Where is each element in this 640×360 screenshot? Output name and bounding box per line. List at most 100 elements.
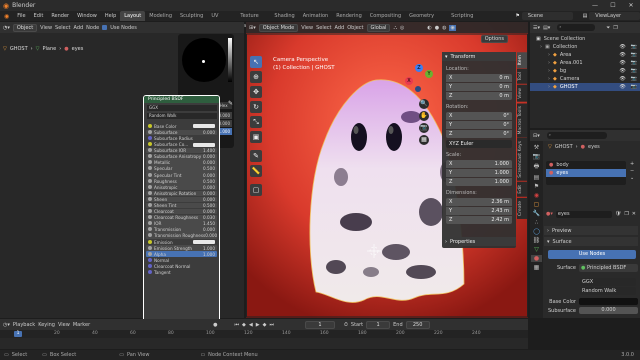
tab-tool[interactable]: Tool bbox=[517, 69, 527, 84]
input-socket-icon[interactable] bbox=[148, 203, 152, 208]
editor-type-icon[interactable]: ◷▾ bbox=[3, 322, 10, 328]
node-input-value[interactable]: 0.000 bbox=[203, 160, 215, 165]
scale-x-field[interactable]: X 1.000 bbox=[446, 160, 512, 168]
node-title[interactable]: Principled BSDF bbox=[144, 96, 219, 103]
properties-editor[interactable]: ⊟▾ ⌕ ⚒ 📷 🖶 ▤ ⚑ ◉ ▢ 🔧 ∴ ◯ ⛓ ▽ ● ▦ ▽ GHOST… bbox=[530, 130, 640, 318]
rotation-y-field[interactable]: Y 0° bbox=[446, 121, 512, 129]
timeline-ruler[interactable] bbox=[0, 330, 528, 338]
modifier-tab-icon[interactable]: 🔧 bbox=[533, 210, 540, 217]
input-socket-icon[interactable] bbox=[148, 190, 152, 195]
node-view-menu[interactable]: View bbox=[40, 25, 52, 31]
rotation-mode-dropdown[interactable]: XYZ Euler bbox=[446, 140, 512, 148]
unlink-material-icon[interactable]: ✕ bbox=[632, 211, 636, 217]
node-input-row[interactable]: Sheen Tint 0.500 bbox=[146, 202, 217, 209]
workspace-tab-rendering[interactable]: Rendering bbox=[332, 11, 366, 21]
node-input-row[interactable]: Alpha 1.000 bbox=[146, 251, 217, 258]
render-camera-icon[interactable]: 📷 bbox=[631, 60, 637, 66]
gizmo-y-axis[interactable]: Y bbox=[425, 70, 433, 78]
measure-tool-icon[interactable]: 📏 bbox=[250, 165, 262, 177]
visibility-eye-icon[interactable]: 👁 bbox=[619, 52, 625, 58]
move-tool-icon[interactable]: ✥ bbox=[250, 86, 262, 98]
auto-keying-icon[interactable]: ● bbox=[213, 322, 217, 328]
node-input-value[interactable]: 0.000 bbox=[203, 191, 215, 196]
node-input-value[interactable]: 0.500 bbox=[203, 166, 215, 171]
input-socket-icon[interactable] bbox=[148, 209, 152, 214]
visibility-eye-icon[interactable]: 👁 bbox=[619, 68, 625, 74]
input-socket-icon[interactable] bbox=[148, 154, 152, 159]
object-tab-icon[interactable]: ▢ bbox=[534, 201, 540, 208]
render-tab-icon[interactable]: 📷 bbox=[533, 153, 540, 160]
3d-viewport[interactable]: ⊞▾ Object Mode View Select Add Object Gl… bbox=[246, 22, 528, 318]
constraints-tab-icon[interactable]: ⛓ bbox=[533, 237, 541, 244]
node-input-row[interactable]: IOR 1.450 bbox=[146, 221, 217, 227]
input-socket-icon[interactable] bbox=[148, 166, 152, 171]
cursor-tool-icon[interactable]: ⊕ bbox=[250, 71, 262, 83]
node-input-row[interactable]: Emission Strength 1.000 bbox=[146, 245, 217, 251]
color-swatch[interactable] bbox=[193, 124, 215, 129]
node-input-row[interactable]: Subsurface Co... bbox=[146, 142, 217, 148]
outliner-item[interactable]: › ◆ bg 👁 📷 bbox=[530, 67, 640, 75]
material-slot-eyes[interactable]: ● eyes bbox=[546, 169, 626, 177]
node-input-value[interactable]: 1.000 bbox=[203, 252, 215, 257]
menu-render[interactable]: Render bbox=[47, 13, 73, 19]
node-input-row[interactable]: Tangent bbox=[146, 270, 217, 276]
material-browse-icon[interactable]: ●▾ bbox=[546, 211, 553, 217]
node-input-row[interactable]: Normal bbox=[146, 257, 217, 264]
input-socket-icon[interactable] bbox=[148, 142, 152, 147]
view-layer-tab-icon[interactable]: ▤ bbox=[534, 174, 540, 181]
workspace-tab-scripting[interactable]: Scripting bbox=[447, 11, 477, 21]
node-input-value[interactable]: 0.000 bbox=[203, 227, 215, 232]
workspace-tab-sculpting[interactable]: Sculpting bbox=[176, 11, 207, 21]
overlay-icon[interactable]: ◐ bbox=[427, 25, 431, 31]
workspace-tab-compositing[interactable]: Compositing bbox=[366, 11, 405, 21]
color-swatch[interactable] bbox=[193, 142, 215, 147]
timeline-keying-menu[interactable]: Keying bbox=[38, 322, 55, 328]
view-layer-selector[interactable]: ViewLayer bbox=[589, 12, 640, 20]
workspace-tab-shading[interactable]: Shading bbox=[270, 11, 298, 21]
menu-file[interactable]: File bbox=[13, 13, 29, 19]
viewport-add-menu[interactable]: Add bbox=[335, 25, 345, 31]
prev-key-icon[interactable]: ◆ bbox=[242, 322, 246, 328]
minimize-icon[interactable]: — bbox=[586, 0, 604, 11]
input-socket-icon[interactable] bbox=[148, 184, 152, 189]
input-socket-icon[interactable] bbox=[148, 129, 152, 134]
node-input-row[interactable]: Transmission Roughness 0.000 bbox=[146, 233, 217, 239]
workspace-tab-geometry-nodes[interactable]: Geometry Nodes bbox=[405, 11, 447, 29]
scale-tool-icon[interactable]: ⤡ bbox=[250, 116, 262, 128]
input-socket-icon[interactable] bbox=[148, 178, 152, 183]
node-input-value[interactable]: 0.000 bbox=[203, 209, 215, 214]
outliner-item[interactable]: › ◆ Camera 👁 📷 bbox=[530, 75, 640, 83]
distribution-dropdown[interactable]: GGX bbox=[580, 278, 636, 286]
transform-tool-icon[interactable]: ▣ bbox=[250, 131, 262, 143]
outliner[interactable]: ☰▾ ▤▾ ⌕ ⏷ ❐ ▣ Scene Collection › ▣ Collect… bbox=[530, 22, 640, 128]
input-socket-icon[interactable] bbox=[148, 172, 152, 177]
surface-shader-field[interactable]: ● Principled BSDF bbox=[579, 264, 638, 272]
transform-orientation-dropdown[interactable]: Global bbox=[366, 23, 391, 32]
node-input-value[interactable]: 1.400 bbox=[203, 148, 215, 153]
material-slot-list[interactable]: ● body ● eyes bbox=[546, 161, 626, 185]
select-tool-icon[interactable]: ↖ bbox=[250, 56, 262, 68]
gizmo-x-axis[interactable]: X bbox=[405, 77, 413, 85]
world-tab-icon[interactable]: ◉ bbox=[534, 192, 539, 199]
input-socket-icon[interactable] bbox=[148, 245, 152, 250]
expand-arrow-icon[interactable]: › bbox=[548, 84, 550, 90]
blender-menu-icon[interactable]: ◉ bbox=[0, 13, 13, 20]
workspace-tab-modeling[interactable]: Modeling bbox=[145, 11, 176, 21]
tab-create[interactable]: Create bbox=[517, 197, 527, 219]
node-input-row[interactable]: Clearcoat 0.000 bbox=[146, 208, 217, 215]
node-input-row[interactable]: Metallic 0.000 bbox=[146, 160, 217, 166]
subsurface-method-dropdown[interactable]: Random Walk bbox=[580, 287, 636, 295]
node-input-value[interactable]: 0.000 bbox=[203, 154, 215, 159]
eyedropper-icon[interactable]: ✎ bbox=[228, 100, 233, 107]
node-input-value[interactable]: 1.450 bbox=[203, 221, 215, 226]
principled-bsdf-node[interactable]: Principled BSDF GGX Random Walk Base Col… bbox=[143, 95, 220, 333]
node-subsurface-method-dropdown[interactable]: Random Walk bbox=[147, 113, 217, 119]
shading-rendered-icon[interactable]: ◉ bbox=[449, 24, 456, 31]
close-icon[interactable]: ✕ bbox=[622, 0, 640, 11]
node-input-row[interactable]: Subsurface 0.000 bbox=[146, 129, 217, 136]
expand-arrow-icon[interactable]: › bbox=[548, 76, 550, 82]
left-eye[interactable] bbox=[351, 123, 367, 151]
input-socket-icon[interactable] bbox=[148, 233, 152, 238]
node-input-value[interactable]: 0.000 bbox=[203, 185, 215, 190]
node-input-row[interactable]: Transmission 0.000 bbox=[146, 227, 217, 233]
